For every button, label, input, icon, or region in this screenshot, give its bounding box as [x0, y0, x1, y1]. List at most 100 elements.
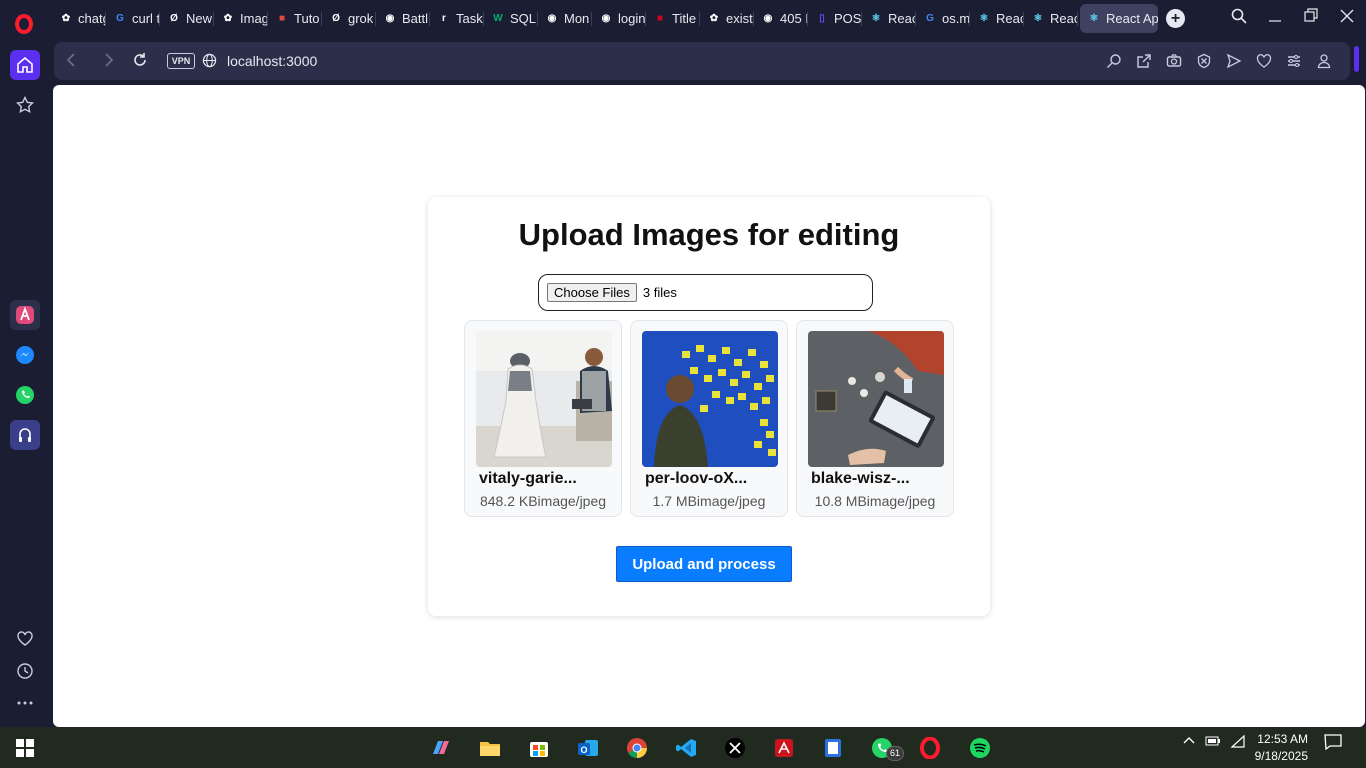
show-hidden-icons-chevron-icon[interactable] [1182, 734, 1196, 751]
heart-icon[interactable] [10, 624, 40, 654]
tab-7[interactable]: r Task [430, 4, 484, 33]
file-explorer-icon[interactable] [478, 736, 502, 760]
tab-label: login [618, 11, 646, 26]
search-tabs-icon[interactable] [1231, 8, 1247, 28]
bookmark-heart-icon[interactable] [1256, 53, 1272, 69]
tab-label: chatgpt [78, 11, 106, 26]
tab-label: Mon [564, 11, 590, 26]
tab-12[interactable]: ✿ exist [700, 4, 754, 33]
microsoft-store-icon[interactable] [527, 736, 551, 760]
file-preview-card: blake-wisz-... 10.8 MBimage/jpeg [796, 320, 954, 517]
easy-setup-icon[interactable] [1286, 53, 1302, 69]
new-tab-button[interactable]: + [1166, 9, 1185, 28]
spotify-icon[interactable] [968, 736, 992, 760]
opera-taskbar-icon[interactable] [918, 736, 942, 760]
vscode-icon[interactable] [674, 736, 698, 760]
restore-icon[interactable] [1304, 8, 1318, 28]
messenger-icon[interactable] [10, 340, 40, 370]
file-meta: 10.8 MBimage/jpeg [814, 493, 936, 509]
reload-icon[interactable] [132, 52, 148, 71]
choose-files-button[interactable]: Choose Files [547, 283, 637, 302]
tab-5[interactable]: Øgrok [322, 4, 376, 33]
share-icon[interactable] [1136, 53, 1152, 69]
address-bar: VPN localhost:3000 [54, 42, 1350, 80]
camera-icon[interactable] [1166, 53, 1182, 69]
tab-label: exist [726, 11, 753, 26]
tab-14[interactable]: ▯ POST [808, 4, 862, 33]
tab-0[interactable]: ✿ chatgpt [52, 4, 106, 33]
browser-sidebar [0, 37, 50, 727]
music-player-icon[interactable] [10, 420, 40, 450]
back-icon[interactable] [66, 52, 78, 71]
globe-icon: ◉ [547, 13, 557, 24]
more-options-icon[interactable] [10, 688, 40, 718]
whatsapp-badge: 61 [886, 746, 904, 761]
file-name: blake-wisz-... [811, 470, 910, 487]
search-icon[interactable] [1106, 53, 1122, 69]
tab-9[interactable]: ◉ Mon [538, 4, 592, 33]
send-icon[interactable] [1226, 53, 1242, 69]
site-icon: ■ [656, 13, 664, 24]
tab-18[interactable]: ⚛ Reac [1024, 4, 1078, 33]
profile-icon[interactable] [1316, 53, 1332, 69]
tab-13[interactable]: ◉ 405 I [754, 4, 808, 33]
file-preview-list: vitaly-garie... 848.2 KBimage/jpeg per-l… [464, 320, 954, 517]
tab-active[interactable]: ⚛ React App [1080, 4, 1158, 33]
tab-label: grok [348, 11, 374, 26]
system-clock[interactable]: 12:53 AM 9/18/2025 [1254, 731, 1308, 765]
battery-icon[interactable] [1205, 734, 1221, 751]
x-twitter-icon[interactable] [723, 736, 747, 760]
globe-icon: ◉ [763, 13, 773, 24]
tab-3[interactable]: ✿ Imag [214, 4, 268, 33]
outlook-icon[interactable]: O [576, 736, 600, 760]
close-window-icon[interactable] [1340, 8, 1354, 28]
file-input-status: 3 files [642, 285, 677, 300]
opera-menu-icon[interactable] [10, 10, 38, 38]
sticky-notes-wall-photo [642, 331, 778, 467]
tab-1[interactable]: Gcurl t [106, 4, 160, 33]
tab-label: Reac [888, 11, 916, 26]
url-field[interactable]: localhost:3000 [227, 53, 317, 69]
tab-4[interactable]: ■ Tuto [268, 4, 322, 33]
chrome-icon[interactable] [625, 736, 649, 760]
wifi-icon[interactable] [1230, 734, 1246, 751]
clock-date: 9/18/2025 [1254, 749, 1308, 763]
file-input[interactable]: Choose Files 3 files [538, 274, 873, 311]
google-icon: G [926, 13, 934, 24]
aria-ai-icon[interactable] [10, 300, 40, 330]
google-icon: G [116, 13, 124, 24]
file-meta: 848.2 KBimage/jpeg [479, 493, 607, 509]
globe-icon[interactable] [202, 53, 217, 73]
tab-label: Tuto [294, 11, 320, 26]
tab-2[interactable]: Ø New [160, 4, 214, 33]
notes-app-icon[interactable] [821, 736, 845, 760]
notifications-icon[interactable] [1324, 734, 1342, 753]
tab-15[interactable]: ⚛ Reac [862, 4, 916, 33]
tab-label: Battl [402, 11, 429, 26]
tab-10[interactable]: ◉ login [592, 4, 646, 33]
tab-6[interactable]: ◉ Battl [376, 4, 430, 33]
tab-8[interactable]: W SQL [484, 4, 538, 33]
speed-dial-icon[interactable] [10, 90, 40, 120]
minimize-icon[interactable] [1268, 8, 1282, 28]
windows-taskbar: O 12:53 AM 9/18/2025 [0, 727, 1366, 768]
upload-and-process-button[interactable]: Upload and process [616, 546, 792, 582]
tab-label: os.m [942, 11, 970, 26]
home-icon[interactable] [10, 50, 40, 80]
doc-icon: ▯ [819, 13, 825, 24]
history-icon[interactable] [10, 656, 40, 686]
sidebar-scroll-indicator [1354, 46, 1359, 72]
file-name: per-loov-oX... [645, 470, 748, 487]
page-title: Upload Images for editing [518, 217, 900, 252]
windows-start-icon[interactable] [13, 736, 37, 760]
copilot-icon[interactable] [429, 736, 453, 760]
vpn-badge[interactable]: VPN [167, 53, 195, 69]
tab-list: ✿chatgptGcurl tØNew✿Imag■TutoØgrok◉Battl… [52, 4, 1158, 33]
tab-16[interactable]: Gos.m [916, 4, 970, 33]
tab-11[interactable]: ■ Title [646, 4, 700, 33]
forward-icon[interactable] [102, 52, 114, 71]
whatsapp-icon[interactable] [10, 380, 40, 410]
acrobat-icon[interactable] [772, 736, 796, 760]
ad-blocker-icon[interactable] [1196, 53, 1212, 69]
tab-17[interactable]: ⚛ Reac [970, 4, 1024, 33]
